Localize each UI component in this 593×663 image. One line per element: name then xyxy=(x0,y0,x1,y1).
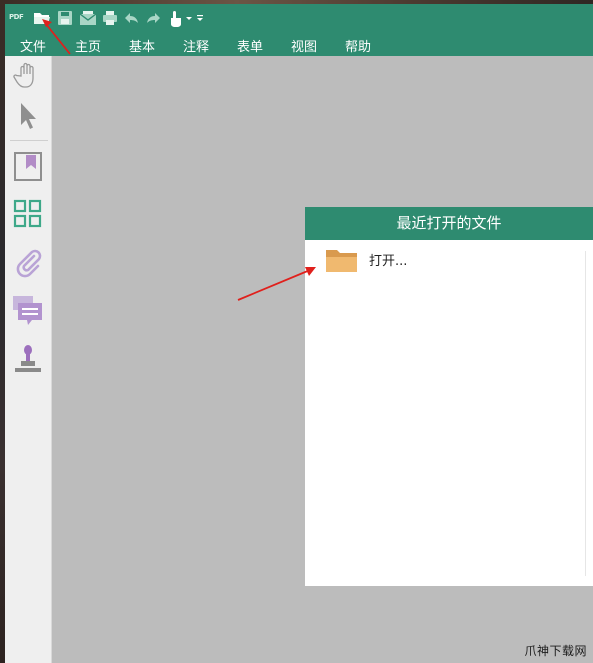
rail-divider xyxy=(10,140,48,141)
bookmark-icon[interactable] xyxy=(12,151,44,183)
panel-divider xyxy=(585,251,586,576)
menu-bar: 文件 主页 基本 注释 表单 视图 帮助 xyxy=(5,32,593,56)
app-logo: PDF xyxy=(9,13,24,21)
dropdown-caret-icon[interactable] xyxy=(185,10,193,26)
watermark: 爪神下载网 xyxy=(524,644,587,658)
menu-help[interactable]: 帮助 xyxy=(345,36,371,55)
hand-pointer-icon[interactable] xyxy=(168,10,184,27)
open-file-button[interactable]: 打开... xyxy=(325,247,465,275)
menu-home[interactable]: 主页 xyxy=(75,36,101,55)
stamp-icon[interactable] xyxy=(12,343,44,375)
comments-icon[interactable] xyxy=(12,295,44,327)
hand-tool-icon[interactable] xyxy=(12,60,44,92)
email-icon[interactable] xyxy=(79,10,97,26)
attachment-icon[interactable] xyxy=(12,247,44,279)
print-icon[interactable] xyxy=(102,10,118,26)
open-file-label: 打开... xyxy=(369,254,408,269)
open-folder-icon[interactable] xyxy=(33,10,51,26)
select-arrow-icon[interactable] xyxy=(12,100,44,132)
quick-access-toolbar: PDF xyxy=(5,4,593,32)
left-tool-rail xyxy=(5,56,52,663)
thumbnails-icon[interactable] xyxy=(12,198,44,230)
redo-icon[interactable] xyxy=(145,10,161,26)
menu-view[interactable]: 视图 xyxy=(291,36,317,55)
menu-basic[interactable]: 基本 xyxy=(129,36,155,55)
recent-files-panel: 最近打开的文件 打开... xyxy=(305,207,593,586)
undo-icon[interactable] xyxy=(124,10,140,26)
folder-icon xyxy=(325,247,359,277)
menu-annotate[interactable]: 注释 xyxy=(183,36,209,55)
menu-form[interactable]: 表单 xyxy=(237,36,263,55)
menu-file[interactable]: 文件 xyxy=(20,36,46,55)
save-icon[interactable] xyxy=(57,10,73,26)
customize-icon[interactable] xyxy=(196,10,204,26)
recent-files-title: 最近打开的文件 xyxy=(305,207,593,240)
